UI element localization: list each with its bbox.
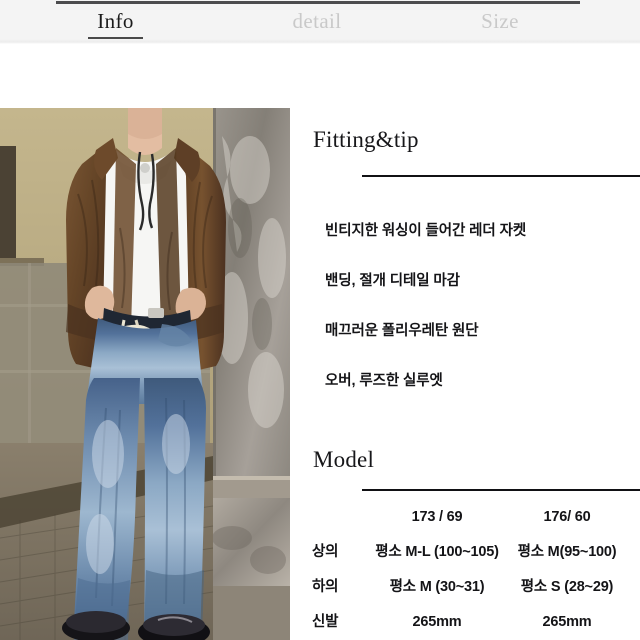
model-photo (0, 108, 290, 640)
table-row: 하의 평소 M (30~31) 평소 S (28~29) (290, 570, 640, 605)
tab-size-label: Size (481, 9, 519, 33)
fitting-bullet: 오버, 루즈한 실루엣 (325, 373, 443, 389)
row-value-shoes-model2: 265mm (542, 614, 592, 630)
tab-size[interactable]: Size (475, 8, 525, 34)
row-value-bottom-model1: 평소 M (30~31) (389, 579, 485, 595)
table-header-row: 173 / 69 176/ 60 (290, 500, 640, 535)
product-detail-page: Info detail Size Fitting&tip 빈티지한 워싱이 들어… (0, 0, 640, 640)
tab-bar-top-rule (56, 1, 580, 4)
fitting-bullet: 빈티지한 워싱이 들어간 레더 자켓 (325, 223, 527, 239)
fitting-bullet: 밴딩, 절개 디테일 마감 (325, 273, 460, 289)
row-value-shoes-model1: 265mm (412, 614, 462, 630)
model-heading: Model (313, 447, 375, 472)
row-value-top-model2: 평소 M(95~100) (517, 544, 617, 560)
table-row: 상의 평소 M-L (100~105) 평소 M(95~100) (290, 535, 640, 570)
fitting-divider (362, 175, 640, 177)
content-area: Fitting&tip 빈티지한 워싱이 들어간 레더 자켓 밴딩, 절개 디테… (0, 44, 640, 640)
tab-info-label: Info (97, 9, 134, 33)
model-size-table: 173 / 69 176/ 60 상의 평소 M-L (100~105) 평소 … (290, 500, 640, 640)
info-column: Fitting&tip 빈티지한 워싱이 들어간 레더 자켓 밴딩, 절개 디테… (290, 44, 640, 640)
row-value-top-model1: 평소 M-L (100~105) (375, 544, 499, 560)
tab-detail-label: detail (292, 9, 342, 33)
tab-detail[interactable]: detail (285, 8, 349, 34)
tab-bar: Info detail Size (0, 0, 640, 44)
fitting-heading: Fitting&tip (313, 127, 419, 152)
tab-info[interactable]: Info (88, 8, 143, 39)
row-value-bottom-model2: 평소 S (28~29) (520, 579, 614, 595)
model-divider (362, 489, 640, 491)
model-column-2-header: 176/ 60 (543, 509, 591, 525)
model-column-1-header: 173 / 69 (411, 509, 463, 525)
row-label-shoes: 신발 (312, 614, 339, 630)
row-label-bottom: 하의 (312, 579, 339, 595)
table-row: 신발 265mm 265mm (290, 605, 640, 640)
row-label-top: 상의 (312, 544, 339, 560)
fitting-bullet: 매끄러운 폴리우레탄 원단 (325, 323, 479, 339)
